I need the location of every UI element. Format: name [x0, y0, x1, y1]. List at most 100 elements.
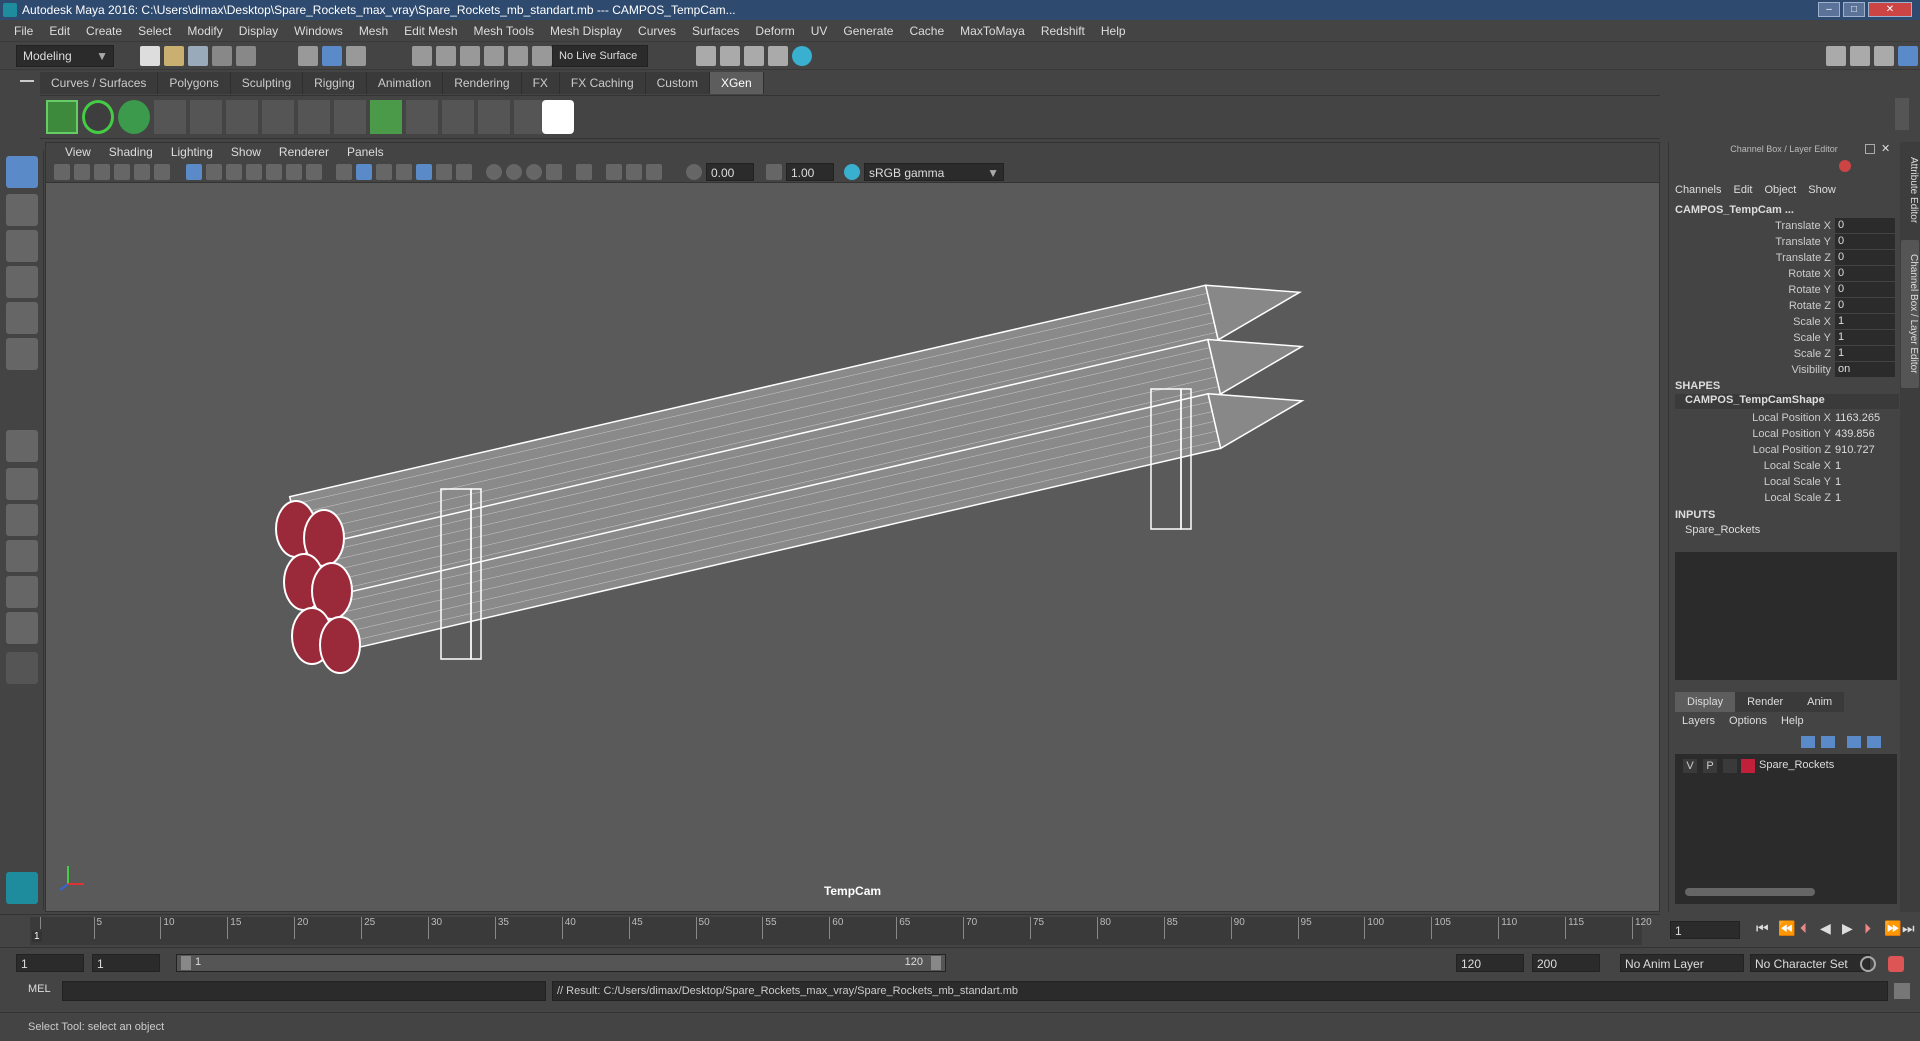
select-tool-icon[interactable] [6, 156, 38, 188]
menu-maxtomaya[interactable]: MaxToMaya [952, 24, 1033, 38]
xgen-editor-icon[interactable] [46, 100, 78, 134]
panel-menu-view[interactable]: View [56, 145, 100, 159]
channel-row[interactable]: Scale Z 1 [1669, 346, 1899, 362]
viewport-canvas[interactable]: TempCam [46, 184, 1659, 911]
exposure-icon[interactable] [686, 164, 702, 180]
xray-components-icon[interactable] [646, 164, 662, 180]
color-management-icon[interactable] [844, 164, 860, 180]
shelf-tab-sculpting[interactable]: Sculpting [230, 72, 304, 94]
ipr-render-icon[interactable] [720, 46, 740, 66]
modeling-toolkit-icon[interactable] [1826, 46, 1846, 66]
camera-select-icon[interactable] [54, 164, 70, 180]
channel-row[interactable]: Translate X 0 [1669, 218, 1899, 234]
field-chart-icon[interactable] [266, 164, 282, 180]
attribute-editor-toggle-icon[interactable] [1850, 46, 1870, 66]
channel-row[interactable]: Local Position Y 439.856 [1669, 426, 1899, 442]
render-frame-icon[interactable] [696, 46, 716, 66]
camera-attributes-icon[interactable] [74, 164, 90, 180]
channel-row[interactable]: Rotate X 0 [1669, 266, 1899, 282]
channel-value[interactable]: 0 [1835, 250, 1895, 265]
two-panes-layout-icon[interactable] [6, 504, 38, 536]
select-hierarchy-icon[interactable] [298, 46, 318, 66]
paint-select-tool-icon[interactable] [6, 230, 38, 262]
save-scene-icon[interactable] [188, 46, 208, 66]
channel-value[interactable]: 439.856 [1835, 426, 1875, 442]
snap-point-icon[interactable] [460, 46, 480, 66]
shape-name[interactable]: CAMPOS_TempCamShape [1675, 394, 1899, 409]
animation-preferences-icon[interactable] [1888, 956, 1904, 972]
channel-value[interactable]: 1 [1835, 490, 1841, 506]
single-perspective-layout-icon[interactable] [6, 430, 38, 462]
shelf-tab-fx[interactable]: FX [521, 72, 560, 94]
channel-row[interactable]: Local Position Z 910.727 [1669, 442, 1899, 458]
channel-value[interactable]: 1 [1835, 474, 1841, 490]
channel-value[interactable]: 1 [1835, 330, 1895, 345]
channel-box-menu-show[interactable]: Show [1802, 184, 1842, 200]
menu-deform[interactable]: Deform [747, 24, 802, 38]
layer-row[interactable]: V P Spare_Rockets [1679, 758, 1893, 774]
menu-edit-mesh[interactable]: Edit Mesh [396, 24, 465, 38]
live-surface-field[interactable]: No Live Surface [552, 45, 648, 67]
current-frame-marker[interactable]: 1 [32, 931, 42, 942]
shelf-tab-rendering[interactable]: Rendering [443, 72, 522, 94]
command-input[interactable] [62, 981, 546, 1001]
maximize-button[interactable]: □ [1843, 2, 1865, 17]
playback-start-field[interactable]: 1 [92, 954, 160, 972]
move-layer-down-icon[interactable] [1821, 736, 1835, 748]
menu-windows[interactable]: Windows [286, 24, 351, 38]
color-space-dropdown[interactable]: sRGB gamma ▼ [864, 163, 1004, 181]
shelf-menu-icon[interactable] [20, 80, 34, 82]
layer-list-scrollbar[interactable] [1685, 888, 1815, 896]
script-editor-icon[interactable] [1894, 983, 1910, 999]
xgen-place-guides-icon[interactable] [154, 100, 186, 134]
channel-row[interactable]: Scale X 1 [1669, 314, 1899, 330]
undo-icon[interactable] [212, 46, 232, 66]
mode-dropdown[interactable]: Modeling ▼ [16, 45, 114, 67]
snap-edge-icon[interactable] [532, 46, 552, 66]
four-view-layout-icon[interactable] [6, 468, 38, 500]
panel-menu-panels[interactable]: Panels [338, 145, 393, 159]
channel-box-settings-icon[interactable] [1839, 160, 1851, 172]
wireframe-icon[interactable] [336, 164, 352, 180]
step-back-frame-icon[interactable]: ⏴ [1800, 920, 1807, 937]
xgen-lock-guide-icon[interactable] [298, 100, 330, 134]
channel-box-menu-channels[interactable]: Channels [1669, 184, 1727, 200]
layer-menu-options[interactable]: Options [1722, 715, 1774, 731]
channel-value[interactable]: 1 [1835, 314, 1895, 329]
auto-key-icon[interactable] [1860, 956, 1876, 972]
animation-end-field[interactable]: 200 [1532, 954, 1600, 972]
render-view-icon[interactable] [792, 46, 812, 66]
new-scene-icon[interactable] [140, 46, 160, 66]
shelf-tab-fx-caching[interactable]: FX Caching [559, 72, 646, 94]
rotate-tool-icon[interactable] [6, 302, 38, 334]
play-forwards-icon[interactable]: ▶ [1842, 920, 1853, 937]
layer-tab-render[interactable]: Render [1735, 692, 1796, 712]
menu-file[interactable]: File [6, 24, 41, 38]
smooth-shade-icon[interactable] [356, 164, 372, 180]
xgen-add-guide-icon[interactable] [190, 100, 222, 134]
menu-modify[interactable]: Modify [179, 24, 230, 38]
channel-row[interactable]: Local Scale X 1 [1669, 458, 1899, 474]
shelf-scroll-icon[interactable] [1895, 98, 1909, 130]
xgen-comb-guide-icon[interactable] [442, 100, 474, 134]
layer-playback-toggle[interactable]: P [1703, 759, 1717, 773]
panel-menu-renderer[interactable]: Renderer [270, 145, 338, 159]
menu-select[interactable]: Select [130, 24, 179, 38]
grease-pencil-icon[interactable] [154, 164, 170, 180]
shelf-tab-rigging[interactable]: Rigging [303, 72, 367, 94]
xgen-rebuild-guide-icon[interactable] [334, 100, 366, 134]
menu-display[interactable]: Display [231, 24, 286, 38]
menu-generate[interactable]: Generate [835, 24, 901, 38]
menu-cache[interactable]: Cache [901, 24, 952, 38]
channel-box-tab[interactable]: Channel Box / Layer Editor [1901, 240, 1919, 388]
menu-edit[interactable]: Edit [41, 24, 78, 38]
menu-redshift[interactable]: Redshift [1033, 24, 1093, 38]
layer-menu-help[interactable]: Help [1774, 715, 1811, 731]
move-tool-icon[interactable] [6, 266, 38, 298]
channel-row[interactable]: Rotate Z 0 [1669, 298, 1899, 314]
shelf-tab-xgen[interactable]: XGen [709, 72, 764, 94]
hypershade-icon[interactable] [768, 46, 788, 66]
xray-icon[interactable] [606, 164, 622, 180]
channel-value[interactable]: 1163.265 [1835, 410, 1880, 426]
close-button[interactable]: ✕ [1868, 2, 1912, 17]
